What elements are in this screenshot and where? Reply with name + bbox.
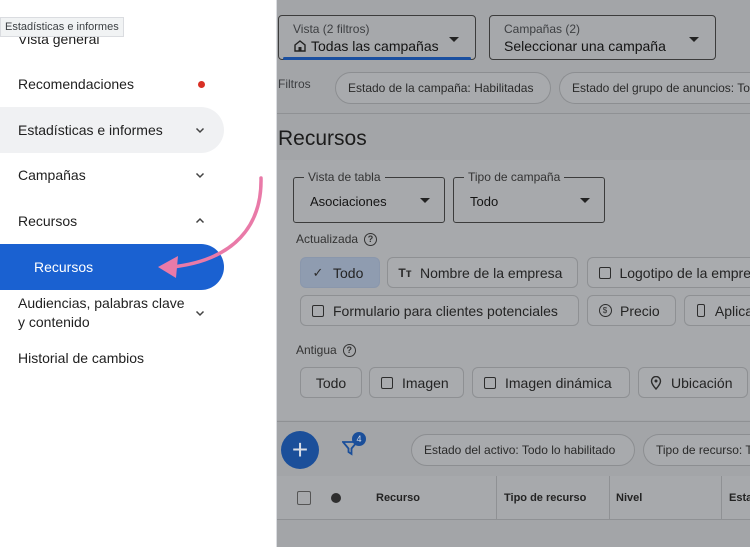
old-label: Antigua — [296, 343, 337, 357]
column-level[interactable]: Nivel — [616, 492, 642, 504]
table-view-value: Asociaciones — [310, 194, 387, 209]
campaign-dropdown-label: Campañas (2) — [504, 22, 581, 36]
divider — [277, 421, 750, 422]
asset-type-chip[interactable]: Tipo de recurso: T — [643, 434, 750, 466]
status-dot-icon — [331, 493, 341, 503]
chevron-down-icon — [195, 127, 205, 134]
table-view-select[interactable]: Vista de tabla Asociaciones — [293, 170, 445, 223]
view-dropdown-label: Vista (2 filtros) — [293, 22, 370, 36]
caret-down-icon — [689, 37, 699, 42]
old-all-button[interactable]: Todo — [300, 367, 362, 398]
image-icon — [380, 376, 394, 390]
location-button[interactable]: Ubicación — [638, 367, 748, 398]
column-asset[interactable]: Recurso — [376, 492, 420, 504]
tooltip: Estadísticas e informes — [0, 17, 124, 37]
chevron-down-icon — [195, 310, 205, 317]
select-all-checkbox[interactable] — [297, 491, 311, 505]
help-icon[interactable]: ? — [364, 232, 378, 246]
table-view-legend: Vista de tabla — [304, 170, 385, 184]
view-dropdown-value: Todas las campañas — [311, 38, 439, 54]
form-icon — [311, 304, 325, 318]
location-pin-icon — [649, 375, 663, 390]
column-asset-type[interactable]: Tipo de recurso — [504, 492, 586, 504]
price-button[interactable]: $ Precio — [587, 295, 676, 326]
image-icon — [483, 376, 497, 390]
filters-label: Filtros — [278, 77, 311, 91]
updated-label: Actualizada — [296, 232, 359, 246]
sidebar-item-audiences[interactable]: Audiencias, palabras clave y contenido — [0, 292, 262, 334]
active-underline — [283, 57, 471, 60]
pointer-arrow-icon — [158, 176, 263, 278]
help-icon[interactable]: ? — [342, 343, 356, 357]
campaign-dropdown[interactable]: Campañas (2) Seleccionar una campaña — [489, 15, 716, 60]
add-asset-button[interactable]: + — [281, 431, 319, 469]
store-icon — [294, 40, 306, 52]
lead-form-button[interactable]: Formulario para clientes potenciales — [300, 295, 579, 326]
text-icon: Tт — [398, 265, 412, 280]
adgroup-status-chip[interactable]: Estado del grupo de anuncios: To — [559, 72, 750, 104]
campaign-type-value: Todo — [470, 194, 499, 209]
app-button[interactable]: Aplica — [684, 295, 750, 326]
image-icon — [598, 266, 611, 280]
sidebar-item-change-history[interactable]: Historial de cambios — [0, 344, 262, 372]
dynamic-image-button[interactable]: Imagen dinámica — [472, 367, 630, 398]
caret-down-icon — [580, 198, 590, 203]
campaign-type-select[interactable]: Tipo de campaña Todo — [453, 170, 605, 223]
campaign-type-legend: Tipo de campaña — [464, 170, 565, 184]
notification-dot-icon — [198, 80, 205, 88]
check-icon: ✓ — [312, 264, 324, 280]
campaign-dropdown-value: Seleccionar una campaña — [504, 38, 666, 54]
asset-status-chip[interactable]: Estado del activo: Todo lo habilitado — [411, 434, 635, 466]
sidebar-item-recommendations[interactable]: Recomendaciones — [0, 61, 262, 107]
page-title: Recursos — [278, 127, 367, 150]
caret-down-icon — [420, 198, 430, 203]
logo-button[interactable]: Logotipo de la empre — [587, 257, 750, 288]
campaign-status-chip[interactable]: Estado de la campaña: Habilitadas — [335, 72, 551, 104]
sidebar-item-insights-reports[interactable]: Estadísticas e informes — [0, 107, 224, 153]
updated-all-button[interactable]: ✓ Todo — [300, 257, 380, 288]
image-button[interactable]: Imagen — [369, 367, 464, 398]
view-dropdown[interactable]: Vista (2 filtros) Todas las campañas — [278, 15, 476, 60]
phone-icon — [695, 304, 707, 318]
business-name-button[interactable]: Tт Nombre de la empresa — [387, 257, 578, 288]
divider — [277, 113, 750, 114]
caret-down-icon — [449, 37, 459, 42]
price-icon: $ — [598, 304, 612, 318]
column-status[interactable]: Esta — [729, 492, 750, 504]
filter-count-badge: 4 — [352, 432, 366, 446]
